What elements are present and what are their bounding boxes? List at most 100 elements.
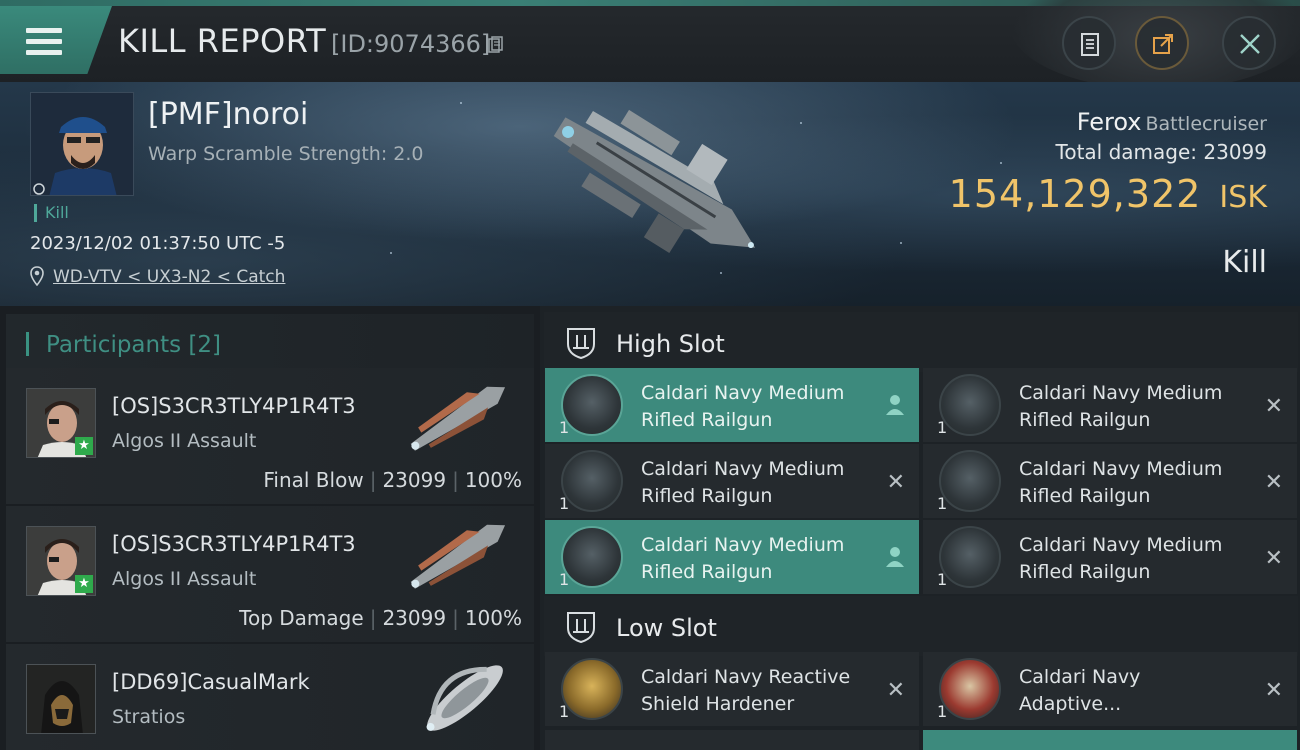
module-slot[interactable]: 1 Caldari Navy Medium Rifled Railgun ✕ [923, 368, 1297, 442]
high-slot-header: High Slot [544, 312, 1298, 372]
total-damage-label: Total damage: [1055, 140, 1198, 164]
share-button[interactable] [1135, 16, 1189, 70]
module-slot[interactable]: 1 Caldari Navy Medium Rifled Railgun ✕ [923, 444, 1297, 518]
railgun-icon [561, 450, 623, 512]
participant-stats: Final Blow | 23099 | 100% [263, 468, 522, 492]
algos-ship-icon [410, 386, 506, 451]
ship-name[interactable]: Ferox [1077, 108, 1142, 136]
shield-hardener-icon [561, 658, 623, 720]
low-slot-header: Low Slot [544, 596, 1298, 656]
adaptive-hardener-icon [939, 658, 1001, 720]
participant-name[interactable]: [DD69]CasualMark [112, 670, 310, 694]
module-name: Caldari Navy Medium Rifled Railgun [1019, 534, 1223, 583]
kill-timestamp: 2023/12/02 01:37:50 UTC -5 [30, 233, 286, 254]
participant-damage: 23099 [382, 606, 447, 630]
participant-stats: Top Damage | 23099 | 100% [239, 606, 522, 630]
module-slot[interactable]: 1 Caldari Navy Medium Rifled Railgun ✕ [923, 520, 1297, 594]
algos-ship-icon [410, 524, 506, 589]
total-damage: Total damage: 23099 [1056, 140, 1267, 164]
module-slot[interactable]: 1 Caldari Navy Reactive Shield Hardener ✕ [545, 652, 919, 726]
close-button[interactable] [1222, 16, 1276, 70]
high-slot-label: High Slot [616, 330, 725, 358]
destroyed-icon: ✕ [886, 470, 905, 495]
participants-panel: Participants [2] ★ [OS]S3CR3TLY4P1R4T3 A… [0, 306, 540, 750]
participant-name[interactable]: [OS]S3CR3TLY4P1R4T3 [112, 394, 356, 418]
destroyed-icon: ✕ [1264, 546, 1283, 571]
ferox-ship-icon [553, 109, 756, 254]
fitting-panel: High Slot 1 Caldari Navy Medium Rifled Ra… [540, 306, 1300, 750]
warp-scramble-strength: Warp Scramble Strength: 2.0 [148, 143, 424, 165]
destroyed-icon: ✕ [1264, 678, 1283, 703]
pilot-avatar-icon [27, 665, 95, 733]
ship-class: Battlecruiser [1145, 113, 1267, 135]
module-name: Caldari Navy Medium Rifled Railgun [641, 458, 845, 507]
isk-amount: 154,129,322 [948, 172, 1202, 216]
destroyed-icon: ✕ [886, 678, 905, 703]
total-damage-value: 23099 [1203, 140, 1267, 164]
module-quantity: 1 [937, 702, 948, 721]
railgun-icon [561, 526, 623, 588]
module-name: Caldari Navy Reactive Shield Hardener [641, 666, 851, 715]
person-icon [886, 395, 904, 415]
participant-damage: 23099 [382, 468, 447, 492]
star-badge-icon: ★ [75, 437, 93, 455]
participant-name[interactable]: [OS]S3CR3TLY4P1R4T3 [112, 532, 356, 556]
participants-title: Participants [2] [46, 332, 221, 358]
isk-currency: ISK [1219, 180, 1267, 215]
participant-role: Final Blow [263, 468, 364, 492]
module-quantity: 1 [937, 418, 948, 437]
module-quantity: 1 [937, 570, 948, 589]
pilot-avatar-icon [31, 93, 133, 195]
module-slot[interactable]: 1 Caldari Navy Adaptive... ✕ [923, 652, 1297, 726]
title-bar: KILL REPORT [ID:9074366] [0, 0, 1300, 90]
destroyed-icon: ✕ [1264, 394, 1283, 419]
participants-header: Participants [2] [6, 314, 534, 372]
destroyed-icon: ✕ [1264, 470, 1283, 495]
module-slot[interactable]: 1 Caldari Navy Medium Rifled Railgun ✕ [545, 444, 919, 518]
location-link[interactable]: WD-VTV < UX3-N2 < Catch [53, 267, 285, 287]
location-pin-icon [30, 266, 44, 286]
module-quantity: 1 [559, 702, 570, 721]
isk-value: 154,129,322 ISK [949, 172, 1267, 216]
kill-tag: Kill [34, 204, 69, 222]
hamburger-icon [26, 28, 62, 56]
star-badge-icon: ★ [75, 575, 93, 593]
module-quantity: 1 [937, 494, 948, 513]
victim-name[interactable]: [PMF]noroi [148, 97, 308, 132]
victim-portrait[interactable] [30, 92, 134, 196]
module-quantity: 1 [559, 570, 570, 589]
module-slot[interactable] [545, 730, 919, 750]
result-label: Kill [1222, 245, 1267, 280]
high-slot-icon [567, 328, 595, 360]
railgun-icon [939, 374, 1001, 436]
module-slot[interactable]: 1 Caldari Navy Medium Rifled Railgun [545, 368, 919, 442]
railgun-icon [939, 450, 1001, 512]
participant-percent: 100% [464, 468, 522, 492]
close-icon [1240, 34, 1260, 54]
module-name: Caldari Navy Medium Rifled Railgun [641, 534, 845, 583]
participant-role: Top Damage [239, 606, 364, 630]
page-title: KILL REPORT [118, 22, 327, 60]
clipboard-icon [1081, 33, 1099, 56]
clipboard-button[interactable] [1062, 16, 1116, 70]
menu-button[interactable] [0, 6, 112, 74]
module-quantity: 1 [559, 418, 570, 437]
participant-percent: 100% [464, 606, 522, 630]
participant-row[interactable]: [DD69]CasualMark Stratios [6, 644, 534, 750]
person-icon [886, 547, 904, 567]
railgun-icon [939, 526, 1001, 588]
participant-row[interactable]: ★ [OS]S3CR3TLY4P1R4T3 Algos II Assault F… [6, 368, 534, 504]
participant-ship: Algos II Assault [112, 430, 257, 452]
participant-avatar: ★ [26, 526, 96, 596]
participant-ship: Stratios [112, 706, 186, 728]
module-name: Caldari Navy Medium Rifled Railgun [1019, 382, 1223, 431]
participant-row[interactable]: ★ [OS]S3CR3TLY4P1R4T3 Algos II Assault T… [6, 506, 534, 642]
low-slot-icon [567, 612, 595, 644]
copy-icon[interactable] [488, 36, 504, 54]
report-id: [ID:9074366] [331, 30, 491, 58]
railgun-icon [561, 374, 623, 436]
share-icon [1153, 34, 1173, 54]
module-slot[interactable] [923, 730, 1297, 750]
module-name: Caldari Navy Medium Rifled Railgun [641, 382, 845, 431]
module-slot[interactable]: 1 Caldari Navy Medium Rifled Railgun [545, 520, 919, 594]
